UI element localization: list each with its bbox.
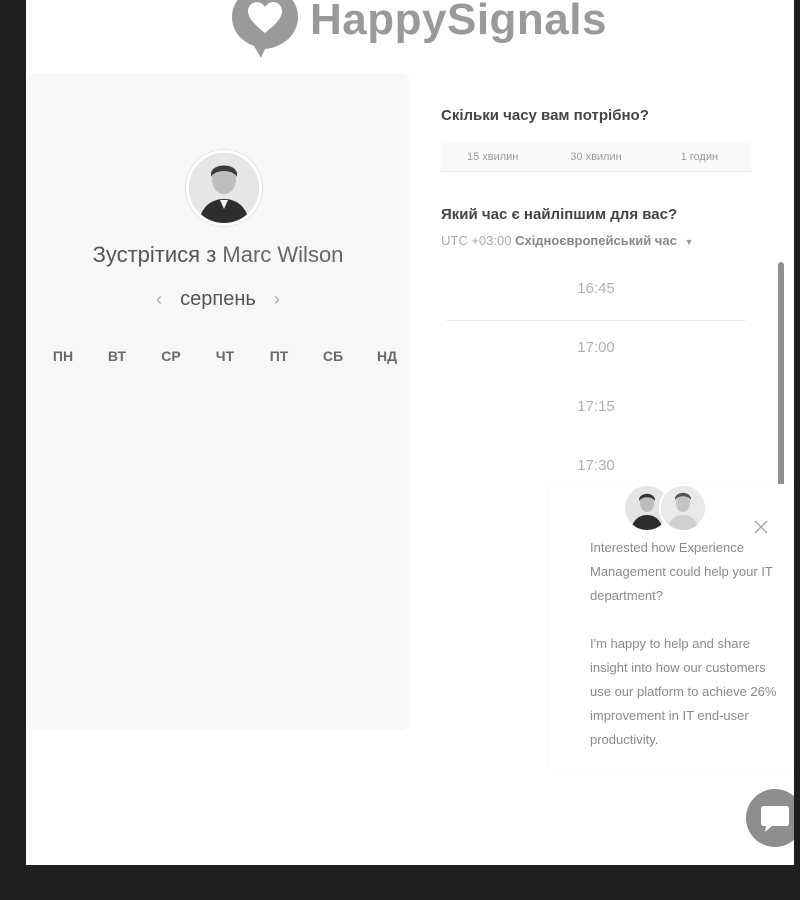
chat-paragraph: Interested how Experience Management cou… xyxy=(590,540,773,603)
meeting-title: Зустрітися з Marc Wilson xyxy=(28,242,408,268)
weekday-fri: ПТ xyxy=(269,348,289,364)
weekday-mon: ПН xyxy=(52,348,74,364)
weekday-header: ПН ВТ СР ЧТ ПТ СБ НД xyxy=(36,348,406,364)
weekday-wed: СР xyxy=(161,348,181,364)
scheduler-page: HappySignals Зустрітися з Marc Wilson ‹ … xyxy=(26,0,794,865)
person-photo-icon xyxy=(661,486,705,530)
month-navigation: ‹ серпень › xyxy=(28,288,408,311)
duration-15-button[interactable]: 15 хвилин xyxy=(441,143,544,171)
time-slot-scrollbar[interactable] xyxy=(778,262,784,508)
close-icon[interactable] xyxy=(754,520,768,534)
duration-question: Скільки часу вам потрібно? xyxy=(441,107,649,124)
chat-popup: Interested how Experience Management cou… xyxy=(549,484,794,770)
chevron-right-icon[interactable]: › xyxy=(270,289,284,310)
weekday-sun: НД xyxy=(376,348,398,364)
person-photo-icon xyxy=(189,153,259,223)
agent-avatar xyxy=(659,484,707,532)
chat-agent-avatars xyxy=(623,484,713,532)
weekday-tue: ВТ xyxy=(107,348,127,364)
time-slot[interactable]: 17:15 xyxy=(446,380,746,439)
duration-options: 15 хвилин 30 хвилин 1 годин xyxy=(441,143,751,172)
chat-bubble-icon xyxy=(761,806,789,832)
heart-speech-bubble-icon xyxy=(232,0,298,58)
timezone-name: Східноєвропейський час xyxy=(515,233,677,248)
duration-60-button[interactable]: 1 годин xyxy=(648,143,751,171)
host-name: Marc Wilson xyxy=(222,242,344,267)
duration-30-button[interactable]: 30 хвилин xyxy=(544,143,647,171)
chat-message: Interested how Experience Management cou… xyxy=(590,536,790,776)
time-slot-list: 16:45 17:00 17:15 17:30 xyxy=(446,262,746,498)
time-question: Який час є найліпшим для вас? xyxy=(441,206,678,223)
host-calendar-card: Зустрітися з Marc Wilson ‹ серпень › ПН … xyxy=(28,74,408,728)
meet-prefix: Зустрітися з xyxy=(92,242,217,267)
current-month: серпень xyxy=(180,288,256,310)
chat-paragraph: I'm happy to help and share insight into… xyxy=(590,636,777,747)
timezone-selector[interactable]: UTC +03:00 Східноєвропейський час ▼ xyxy=(441,233,693,248)
time-slot[interactable]: 17:00 xyxy=(446,321,746,380)
caret-down-icon: ▼ xyxy=(684,237,694,247)
timezone-offset: UTC +03:00 xyxy=(441,233,512,248)
weekday-thu: ЧТ xyxy=(215,348,235,364)
weekday-sat: СБ xyxy=(322,348,344,364)
time-slot[interactable]: 16:45 xyxy=(446,262,746,321)
chevron-left-icon[interactable]: ‹ xyxy=(152,289,166,310)
host-avatar xyxy=(186,150,262,226)
